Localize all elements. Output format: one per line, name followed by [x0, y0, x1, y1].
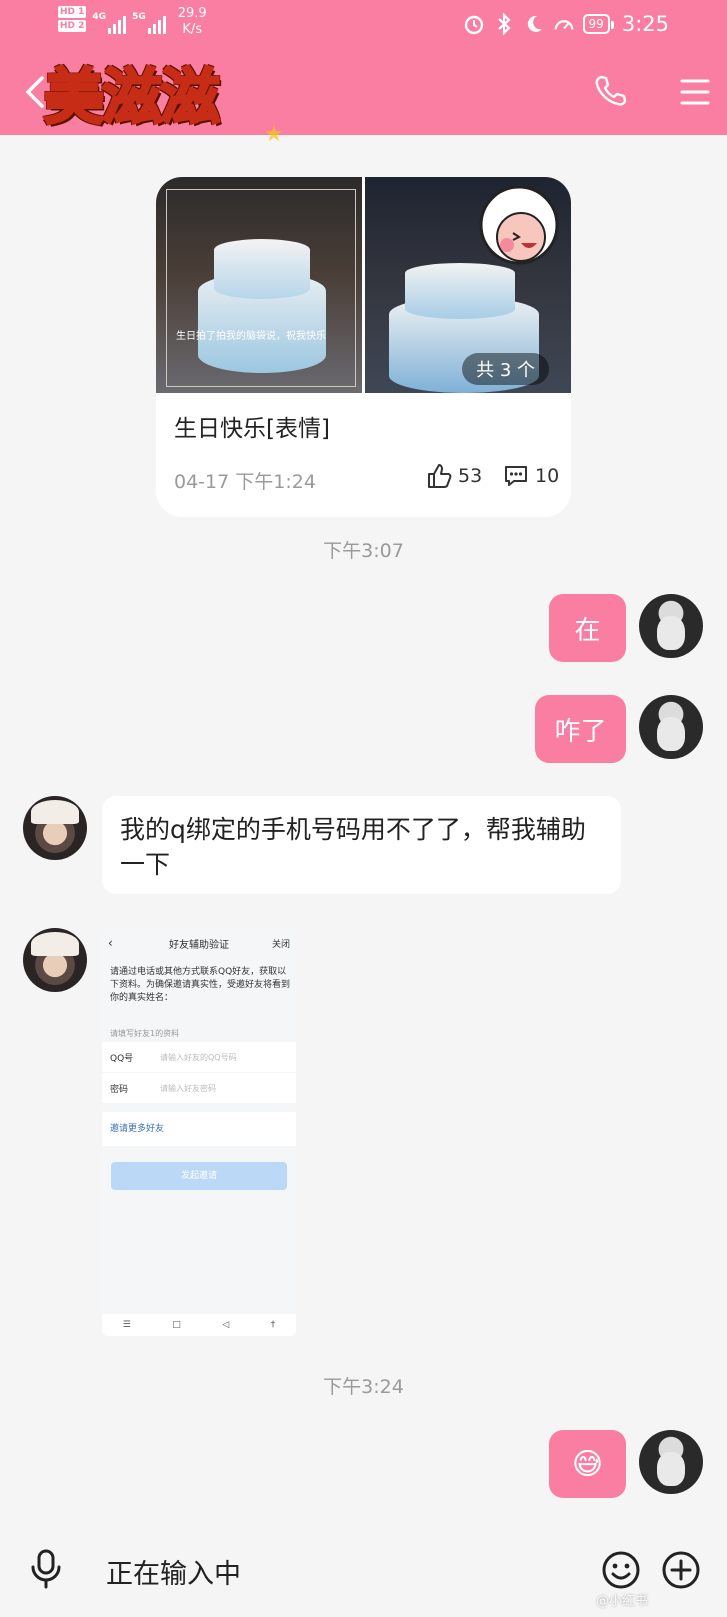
chat-header: HD 1 HD 2 4G 5G 29.9 K/s 99 3:25 美滋滋: [0, 0, 727, 135]
emoji-icon[interactable]: [601, 1550, 641, 1590]
faded-previous-line: ★: [264, 122, 284, 147]
post-title: 生日快乐[表情]: [174, 416, 330, 442]
cake-photo-1: 生日拍了拍我的脑袋说，祝我快乐: [156, 177, 362, 393]
comment-count: 10: [535, 465, 560, 487]
moon-icon: [523, 13, 545, 35]
status-bar: HD 1 HD 2 4G 5G 29.9 K/s 99 3:25: [0, 0, 727, 50]
phone-call-icon[interactable]: [592, 73, 628, 109]
hd1-badge: HD 1: [58, 6, 87, 18]
square-icon: □: [172, 1320, 181, 1330]
comment-button[interactable]: 10: [503, 463, 559, 489]
contact-message-bubble[interactable]: 我的q绑定的手机号码用不了了，帮我辅助一下: [102, 796, 621, 894]
chevron-left-icon: ‹: [108, 936, 113, 950]
cartoon-sticker-icon: [479, 185, 559, 265]
timestamp: 下午3:07: [323, 540, 404, 562]
chat-title-logo: 美滋滋: [43, 61, 222, 134]
shot-invite-button: 发起邀请: [111, 1162, 287, 1190]
shot-title: 好友辅助验证: [169, 939, 229, 951]
my-avatar[interactable]: [639, 1430, 703, 1494]
contact-avatar[interactable]: [23, 796, 87, 860]
post-card[interactable]: 生日拍了拍我的脑袋说，祝我快乐 共 3 个 生日快乐[表情] 04-17 下午1…: [156, 177, 571, 517]
battery-icon: 99: [582, 14, 615, 34]
microphone-icon[interactable]: [28, 1549, 64, 1589]
my-message-bubble[interactable]: 咋了: [535, 695, 626, 763]
menu-icon[interactable]: [680, 78, 710, 106]
shot-close: 关闭: [271, 940, 290, 950]
contact-avatar[interactable]: [23, 928, 87, 992]
my-avatar[interactable]: [639, 695, 703, 759]
menu-icon: ☰: [122, 1320, 131, 1330]
screenshot-image-message[interactable]: ‹ 好友辅助验证 关闭 请通过电话或其他方式联系QQ好友，获取以下资料。为确保邀…: [102, 928, 296, 1336]
person-icon: †: [270, 1320, 276, 1330]
message-input[interactable]: 正在输入中: [106, 1552, 241, 1591]
star-icon: ★: [264, 122, 284, 147]
shot-nav-bar: ☰ □ ◁ †: [102, 1314, 296, 1336]
image-count-badge: 共 3 个: [462, 353, 549, 385]
alarm-icon: [463, 13, 485, 35]
shot-description: 请通过电话或其他方式联系QQ好友，获取以下资料。为确保邀请真实性，受邀好友将看到…: [110, 967, 291, 1003]
my-avatar[interactable]: [639, 594, 703, 658]
shot-invite-more: 邀请更多好友: [102, 1112, 296, 1146]
network-speed: 29.9 K/s: [177, 6, 207, 37]
clock: 3:25: [621, 12, 669, 36]
comment-icon: [505, 466, 527, 486]
shot-qq-row: QQ号 请输入好友的QQ号码: [102, 1042, 296, 1072]
like-count: 53: [458, 465, 483, 487]
bluetooth-icon: [493, 13, 515, 35]
my-emoji-bubble[interactable]: 😅: [549, 1430, 626, 1498]
like-button[interactable]: 53: [426, 463, 482, 489]
signal-1-icon: 4G: [92, 6, 127, 34]
timestamp: 下午3:24: [323, 1376, 404, 1398]
post-date: 04-17 下午1:24: [174, 471, 316, 493]
hd2-badge: HD 2: [58, 20, 87, 32]
my-message-bubble[interactable]: 在: [549, 594, 626, 662]
shot-password-row: 密码 请输入好友密码: [102, 1073, 296, 1103]
cake-caption: 生日拍了拍我的脑袋说，祝我快乐: [176, 331, 326, 342]
plus-icon[interactable]: [661, 1550, 701, 1590]
signal-2-icon: 5G: [132, 6, 166, 34]
cake-photo-2: 共 3 个: [365, 177, 571, 393]
shot-hint: 请填写好友1的资料: [110, 1029, 180, 1038]
triangle-back-icon: ◁: [222, 1320, 230, 1330]
watermark: @小红书: [596, 1594, 649, 1609]
thumbs-up-icon: [428, 464, 452, 488]
speedometer-icon: [553, 13, 575, 35]
